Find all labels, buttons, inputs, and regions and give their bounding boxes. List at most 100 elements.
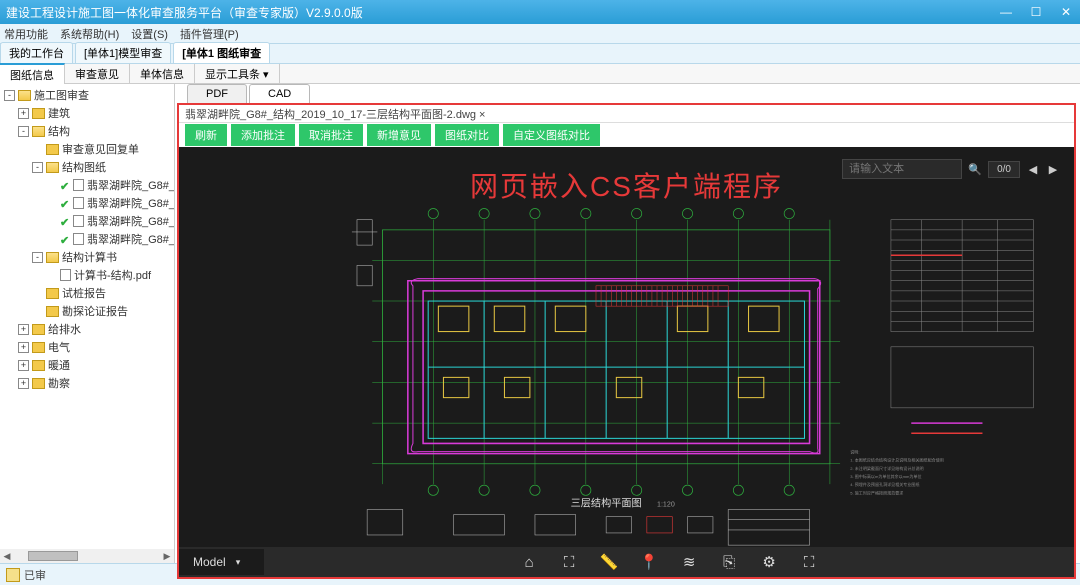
tree-node[interactable]: - 结构 xyxy=(0,122,174,140)
tree-label: 建筑 xyxy=(48,105,70,121)
expand-icon[interactable]: + xyxy=(18,378,29,389)
overlay-label: 网页嵌入CS客户端程序 xyxy=(470,165,783,205)
tree-node[interactable]: ✔ 翡翠湖畔院_G8#_结构_2019_10_17-三 xyxy=(0,176,174,194)
expand-icon[interactable]: + xyxy=(18,342,29,353)
expand-icon[interactable]: + xyxy=(18,324,29,335)
btn-custom-compare[interactable]: 自定义图纸对比 xyxy=(503,124,600,146)
tree-label: 结构 xyxy=(48,123,70,139)
tree-node[interactable]: ✔翡翠湖畔院_G8#_结构_2019_10_17-三 xyxy=(0,212,174,230)
btn-refresh[interactable]: 刷新 xyxy=(185,124,227,146)
tree-node[interactable]: +暖通 xyxy=(0,356,174,374)
tree-label: 施工图审查 xyxy=(34,87,89,103)
stab-toolbar-toggle[interactable]: 显示工具条 ▾ xyxy=(195,64,280,84)
tree-label: 翡翠湖畔院_G8#_结构_2019_10_17-三 xyxy=(87,177,175,193)
folder-icon xyxy=(46,288,59,299)
menu-common[interactable]: 常用功能 xyxy=(4,26,48,42)
svg-text:说明:: 说明: xyxy=(850,449,859,455)
action-bar: 刷新 添加批注 取消批注 新增意见 图纸对比 自定义图纸对比 xyxy=(179,123,1074,147)
maximize-button[interactable]: ☐ xyxy=(1028,5,1044,19)
expander-blank xyxy=(46,270,57,281)
main-area: -施工图审查+建筑-结构审查意见回复单-结构图纸✔翡翠湖畔院_G8#_结构_20… xyxy=(0,84,1080,563)
cad-drawing: 三层结构平面图 1:120 说明: 1. 本图纸应结合结构设计总说明及相关图纸配… xyxy=(179,147,1074,577)
tree-node[interactable]: 勘探论证报告 xyxy=(0,302,174,320)
minimize-button[interactable]: — xyxy=(998,5,1014,19)
tree-node[interactable]: +电气 xyxy=(0,338,174,356)
expander-blank xyxy=(32,306,43,317)
status-icon xyxy=(6,568,20,582)
btn-compare[interactable]: 图纸对比 xyxy=(435,124,499,146)
document-filename: 翡翠湖畔院_G8#_结构_2019_10_17-三层结构平面图-2.dwg × xyxy=(179,105,1074,123)
collapse-icon[interactable]: - xyxy=(32,252,43,263)
search-next-icon[interactable]: ▶ xyxy=(1046,163,1060,176)
check-icon: ✔ xyxy=(60,234,71,245)
expand-icon[interactable]: + xyxy=(18,108,29,119)
sidebar-hscroll[interactable]: ◀▶ xyxy=(0,549,174,563)
settings-icon[interactable]: ⚙ xyxy=(760,553,778,571)
tree-node[interactable]: 审查意见回复单 xyxy=(0,140,174,158)
cad-viewport[interactable]: 网页嵌入CS客户端程序 🔍 0/0 ◀ ▶ xyxy=(179,147,1074,577)
cad-bottom-bar: Model ⌂ ⛶ 📏 📍 ≋ ⎘ ⚙ ⛶ xyxy=(179,547,1074,577)
stab-review-comments[interactable]: 审查意见 xyxy=(65,64,130,84)
tree-node[interactable]: 试桩报告 xyxy=(0,284,174,302)
extent-icon[interactable]: ⛶ xyxy=(560,553,578,571)
cad-tools: ⌂ ⛶ 📏 📍 ≋ ⎘ ⚙ ⛶ xyxy=(264,553,1074,571)
expander-blank xyxy=(46,234,57,245)
menu-settings[interactable]: 设置(S) xyxy=(131,26,168,42)
window-controls: — ☐ ✕ xyxy=(998,5,1074,19)
tab-drawing-review[interactable]: [单体1 图纸审查 xyxy=(173,42,270,63)
svg-text:4. 预埋件及预留孔洞详见相关专业图纸: 4. 预埋件及预留孔洞详见相关专业图纸 xyxy=(850,481,919,487)
content-area: PDF CAD 翡翠湖畔院_G8#_结构_2019_10_17-三层结构平面图-… xyxy=(175,84,1080,563)
search-prev-icon[interactable]: ◀ xyxy=(1026,163,1040,176)
svg-text:2. 未注明梁截面尺寸详见结构设计总说明: 2. 未注明梁截面尺寸详见结构设计总说明 xyxy=(850,465,923,471)
secondary-tabs: 图纸信息 审查意见 单体信息 显示工具条 ▾ xyxy=(0,64,1080,84)
collapse-icon[interactable]: - xyxy=(4,90,15,101)
folder-icon xyxy=(32,108,45,119)
home-icon[interactable]: ⌂ xyxy=(520,553,538,571)
expand-icon[interactable]: + xyxy=(18,360,29,371)
collapse-icon[interactable]: - xyxy=(32,162,43,173)
tree-node[interactable]: - 结构图纸 xyxy=(0,158,174,176)
close-button[interactable]: ✕ xyxy=(1058,5,1074,19)
check-icon: ✔ xyxy=(60,180,71,191)
btn-add-annotation[interactable]: 添加批注 xyxy=(231,124,295,146)
stab-unit-info[interactable]: 单体信息 xyxy=(130,64,195,84)
collapse-icon[interactable]: - xyxy=(18,126,29,137)
copy-icon[interactable]: ⎘ xyxy=(720,553,738,571)
tree-node[interactable]: +勘察 xyxy=(0,374,174,392)
ftab-cad[interactable]: CAD xyxy=(249,84,310,103)
tab-workspace[interactable]: 我的工作台 xyxy=(0,42,73,63)
tree-node[interactable]: 计算书-结构.pdf xyxy=(0,266,174,284)
stab-drawing-info[interactable]: 图纸信息 xyxy=(0,63,65,85)
folder-icon xyxy=(46,306,59,317)
tree-node[interactable]: +给排水 xyxy=(0,320,174,338)
pin-icon[interactable]: 📍 xyxy=(640,553,658,571)
tree-label: 结构计算书 xyxy=(62,249,117,265)
menu-help[interactable]: 系统帮助(H) xyxy=(60,26,119,42)
tree-node[interactable]: ✔翡翠湖畔院_G8#_结构_2019_10_1 xyxy=(0,230,174,248)
expander-blank xyxy=(46,198,57,209)
svg-text:1:120: 1:120 xyxy=(657,500,675,508)
tree-node[interactable]: + 建筑 xyxy=(0,104,174,122)
measure-icon[interactable]: 📏 xyxy=(600,553,618,571)
search-counter: 0/0 xyxy=(988,161,1020,178)
tree-label: 结构图纸 xyxy=(62,159,106,175)
folder-icon xyxy=(18,90,31,101)
menu-plugins[interactable]: 插件管理(P) xyxy=(180,26,239,42)
expander-blank xyxy=(32,288,43,299)
folder-icon xyxy=(32,342,45,353)
svg-text:三层结构平面图: 三层结构平面图 xyxy=(571,496,642,509)
tree-node[interactable]: ✔翡翠湖畔院_G8#_结构_2019_10_1 xyxy=(0,194,174,212)
btn-cancel-annotation[interactable]: 取消批注 xyxy=(299,124,363,146)
tree-node[interactable]: - 施工图审查 xyxy=(0,86,174,104)
btn-add-comment[interactable]: 新增意见 xyxy=(367,124,431,146)
search-icon[interactable]: 🔍 xyxy=(968,163,982,176)
tab-model-review[interactable]: [单体1]模型审查 xyxy=(75,42,171,63)
fullscreen-icon[interactable]: ⛶ xyxy=(800,553,818,571)
model-tab[interactable]: Model xyxy=(179,549,264,575)
tree-node[interactable]: - 结构计算书 xyxy=(0,248,174,266)
titlebar: 建设工程设计施工图一体化审查服务平台（审查专家版）V2.9.0.0版 — ☐ ✕ xyxy=(0,0,1080,24)
cad-search-input[interactable] xyxy=(842,159,962,179)
ftab-pdf[interactable]: PDF xyxy=(187,84,247,103)
file-type-tabs: PDF CAD xyxy=(175,84,1080,103)
layers-icon[interactable]: ≋ xyxy=(680,553,698,571)
